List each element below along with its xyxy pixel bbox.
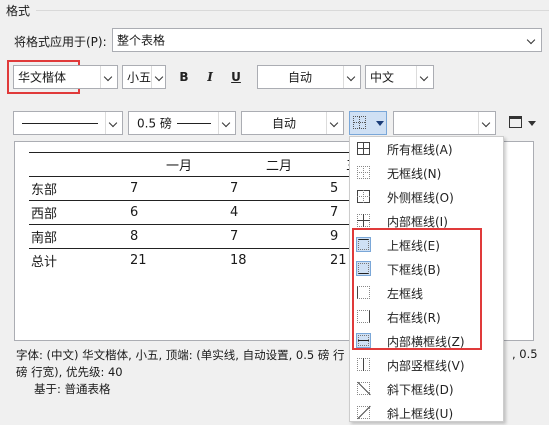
menu-item-label: 斜上框线(U) [387, 407, 454, 421]
chevron-down-icon[interactable] [151, 66, 165, 88]
no-border-icon [356, 165, 371, 180]
all-borders-icon [356, 141, 371, 156]
font-color-value: 自动 [288, 70, 313, 85]
apply-to-label: 将格式应用于(P): [14, 35, 107, 49]
chevron-down-icon[interactable] [524, 29, 541, 51]
chevron-down-icon[interactable] [100, 66, 117, 88]
border-type-button[interactable] [349, 111, 387, 135]
table-row: 东部 7 7 5 [29, 176, 388, 201]
diagonal-down-border-icon [356, 381, 371, 396]
font-family-select[interactable]: 华文楷体 [13, 65, 118, 89]
border-color-value: 自动 [272, 116, 297, 131]
group-title: 格式 [6, 4, 31, 18]
script-value: 中文 [370, 70, 395, 85]
menu-item-inside-vertical-border[interactable]: 内部竖框线(V) [350, 353, 503, 377]
menu-item-label: 内部竖框线(V) [387, 359, 465, 373]
table-cell: 6 [128, 200, 228, 225]
table-cell: 南部 [29, 224, 128, 249]
table-row: 西部 6 4 7 [29, 200, 388, 225]
menu-item-diagonal-down-border[interactable]: 斜下框线(D) [350, 377, 503, 401]
width-line-preview [177, 123, 211, 124]
description-tail: , 0.5 [512, 347, 538, 361]
chevron-down-icon[interactable] [478, 112, 495, 134]
apply-to-value: 整个表格 [117, 33, 166, 48]
table-cell: 总计 [31, 255, 58, 271]
menu-item-diagonal-up-border[interactable]: 斜上框线(U) [350, 401, 503, 425]
outside-borders-icon [356, 189, 371, 204]
menu-highlight-box [352, 228, 482, 350]
preview-table: 一月 二月 三月 东部 7 7 5 西部 6 4 7 南部 8 7 9 总计 2… [29, 152, 388, 273]
line-style-preview [22, 123, 98, 124]
underline-button[interactable]: U [225, 66, 247, 88]
header-cell [29, 152, 128, 177]
menu-item-label: 无框线(N) [387, 167, 442, 181]
dropdown-arrow-icon [528, 121, 536, 126]
table-row: 南部 8 7 9 [29, 224, 388, 249]
shading-color-select[interactable] [393, 111, 496, 135]
menu-item-no-border[interactable]: 无框线(N) [350, 161, 503, 185]
table-cell: 7 [128, 176, 228, 201]
menu-item-label: 斜下框线(D) [387, 383, 454, 397]
description-line-1: 字体: (中文) 华文楷体, 小五, 顶端: (单实线, 自动设置, 0.5 磅… [16, 348, 345, 362]
menu-item-outside-borders[interactable]: 外侧框线(O) [350, 185, 503, 209]
group-divider [36, 10, 549, 11]
border-style-select[interactable] [13, 111, 123, 135]
border-color-select[interactable]: 自动 [241, 111, 344, 135]
border-width-select[interactable]: 0.5 磅 [128, 111, 236, 135]
chevron-down-icon[interactable] [105, 112, 122, 134]
table-cell: 西部 [29, 200, 128, 225]
bold-button[interactable]: B [173, 66, 195, 88]
dropdown-arrow-icon [376, 121, 384, 126]
border-width-value: 0.5 磅 [137, 116, 172, 131]
header-cell: 一月 [128, 152, 228, 177]
table-row: 总计 21 18 21 [29, 249, 388, 273]
table-cell: 东部 [29, 176, 128, 201]
paragraph-format-button[interactable] [506, 112, 542, 134]
chevron-down-icon[interactable] [326, 112, 343, 134]
table-cell: 21 [130, 253, 147, 269]
script-select[interactable]: 中文 [365, 65, 434, 89]
chevron-down-icon[interactable] [416, 66, 433, 88]
italic-button[interactable]: I [199, 66, 221, 88]
table-cell: 7 [228, 224, 328, 249]
table-header-row: 一月 二月 三月 [29, 152, 388, 177]
menu-item-all-borders[interactable]: 所有框线(A) [350, 137, 503, 161]
chevron-down-icon[interactable] [218, 112, 235, 134]
inside-vertical-border-icon [356, 357, 371, 372]
grid-border-icon [353, 116, 366, 129]
apply-to-select[interactable]: 整个表格 [112, 28, 542, 52]
menu-item-label: 外侧框线(O) [387, 191, 454, 205]
font-color-select[interactable]: 自动 [257, 65, 361, 89]
header-cell: 二月 [228, 152, 328, 177]
diagonal-up-border-icon [356, 405, 371, 420]
cell-alignment-icon [509, 116, 522, 128]
chevron-down-icon[interactable] [343, 66, 360, 88]
table-cell: 18 [230, 253, 247, 269]
table-cell: 4 [228, 200, 328, 225]
table-cell: 8 [128, 224, 228, 249]
menu-item-label: 所有框线(A) [387, 143, 453, 157]
table-cell: 7 [228, 176, 328, 201]
font-size-value: 小五 [127, 70, 152, 85]
inside-borders-icon [356, 213, 371, 228]
font-family-value: 华文楷体 [18, 70, 67, 85]
font-size-select[interactable]: 小五 [122, 65, 166, 89]
